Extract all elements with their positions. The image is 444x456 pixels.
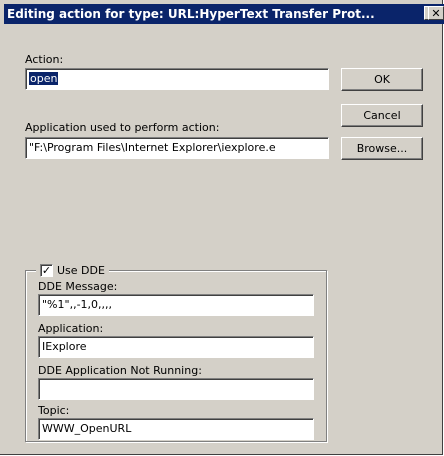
use-dde-checkbox-row[interactable]: ✓ Use DDE <box>36 263 109 277</box>
window-title: Editing action for type: URL:HyperText T… <box>7 7 375 21</box>
ok-button[interactable]: OK <box>341 68 423 91</box>
dde-topic-label: Topic: <box>38 404 70 417</box>
dde-application-field[interactable]: IExplore <box>38 336 314 358</box>
dde-not-running-field[interactable] <box>38 378 314 400</box>
dde-not-running-label: DDE Application Not Running: <box>38 364 202 377</box>
use-dde-checkbox[interactable]: ✓ <box>40 263 53 277</box>
application-field[interactable]: "F:\Program Files\Internet Explorer\iexp… <box>25 137 329 159</box>
cancel-button[interactable]: Cancel <box>341 104 423 127</box>
application-label: Application used to perform action: <box>25 121 220 134</box>
use-dde-label: Use DDE <box>57 263 105 277</box>
action-label: Action: <box>25 53 64 66</box>
browse-button[interactable]: Browse... <box>341 137 423 160</box>
title-bar: Editing action for type: URL:HyperText T… <box>4 4 444 24</box>
close-button[interactable]: ✕ <box>428 6 444 20</box>
dde-message-label: DDE Message: <box>38 280 118 293</box>
dde-application-label: Application: <box>38 322 104 335</box>
dde-topic-field[interactable]: WWW_OpenURL <box>38 418 314 440</box>
action-field-value: open <box>29 72 59 85</box>
action-field[interactable]: open <box>25 68 329 90</box>
dde-message-field[interactable]: "%1",,-1,0,,,, <box>38 294 314 316</box>
